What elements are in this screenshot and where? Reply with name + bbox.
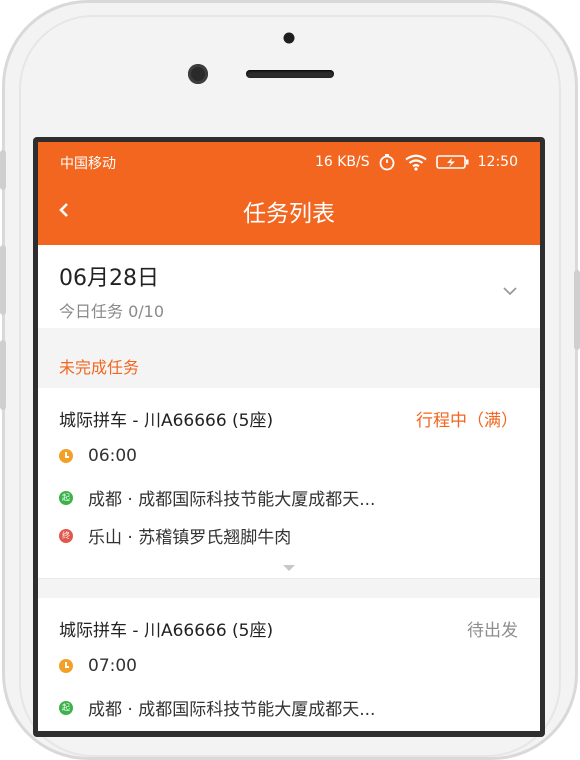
end-badge-icon: 终 [59, 528, 73, 543]
trip-card[interactable]: 城际拼车 - 川A66666 (5座) 待出发 07:00 起 成都 · 成都国… [38, 598, 540, 731]
date-selector[interactable]: 06月28日 今日任务 0/10 [38, 245, 540, 328]
earpiece-speaker [246, 70, 334, 78]
trip-status: 行程中（满） [416, 411, 518, 431]
departure-time-row: 07:00 [59, 656, 137, 676]
app-screen: 中国移动 16 KB/S 12:50 任务列表 06月28日 今日任务 0/10 [38, 142, 540, 731]
daily-task-count: 今日任务 0/10 [59, 302, 165, 321]
card-divider [38, 578, 540, 598]
start-location: 成都 · 成都国际科技节能大厦成都天... [88, 490, 376, 510]
departure-time: 06:00 [88, 446, 137, 466]
power-button [574, 270, 580, 350]
departure-time: 07:00 [88, 656, 137, 676]
clock-icon [59, 449, 73, 463]
departure-time-row: 06:00 [59, 446, 137, 466]
status-bar: 中国移动 16 KB/S 12:50 [38, 142, 540, 182]
battery-charging-icon [435, 154, 470, 170]
trip-status: 待出发 [467, 621, 518, 641]
volume-down-button [0, 340, 6, 410]
chevron-down-icon[interactable] [502, 281, 518, 300]
selected-date: 06月28日 [59, 266, 159, 291]
app-header: 中国移动 16 KB/S 12:50 任务列表 [38, 142, 540, 245]
volume-up-button [0, 245, 6, 315]
carrier-label: 中国移动 [60, 156, 116, 172]
end-location-row: 终 乐山 · 苏稽镇罗氏翘脚牛肉 [59, 523, 291, 548]
trip-title: 城际拼车 - 川A66666 (5座) [59, 621, 274, 641]
expand-arrow-icon[interactable] [283, 565, 295, 571]
mute-switch [0, 150, 6, 190]
status-indicators: 16 KB/S 12:50 [315, 153, 518, 171]
trip-card[interactable]: 城际拼车 - 川A66666 (5座) 行程中（满） 06:00 起 成都 · … [38, 388, 540, 578]
camera-lens-icon [188, 64, 208, 84]
start-location: 成都 · 成都国际科技节能大厦成都天... [88, 700, 376, 720]
start-location-row: 起 成都 · 成都国际科技节能大厦成都天... [59, 485, 375, 510]
stopwatch-icon [378, 153, 396, 171]
start-badge-icon: 起 [59, 700, 73, 715]
page-title: 任务列表 [243, 201, 335, 227]
start-badge-icon: 起 [59, 490, 73, 505]
section-label: 未完成任务 [59, 358, 140, 377]
end-location: 乐山 · 苏稽镇罗氏翘脚牛肉 [88, 528, 292, 548]
section-header: 未完成任务 [38, 328, 540, 388]
clock-icon [59, 659, 73, 673]
wifi-icon [404, 153, 428, 171]
front-camera-icon [283, 32, 295, 44]
network-speed: 16 KB/S [314, 154, 370, 170]
clock-time: 12:50 [477, 154, 518, 170]
trip-title: 城际拼车 - 川A66666 (5座) [59, 411, 274, 431]
start-location-row: 起 成都 · 成都国际科技节能大厦成都天... [59, 695, 375, 720]
